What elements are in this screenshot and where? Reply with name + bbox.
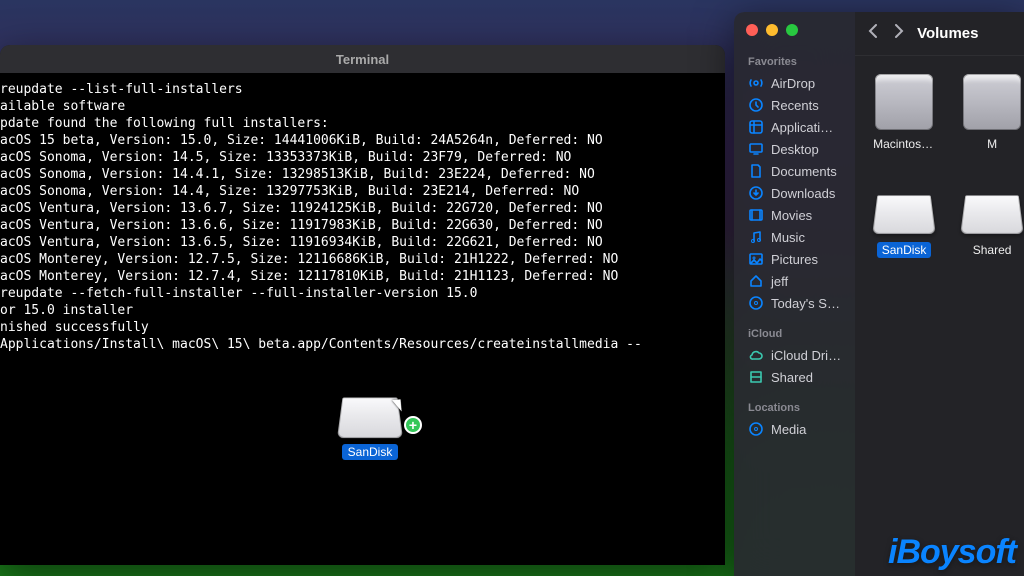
- shared-icon: [748, 369, 764, 385]
- volume-m[interactable]: M: [957, 74, 1024, 152]
- sidebar-item-label: Desktop: [771, 142, 819, 157]
- sidebar-item-label: Music: [771, 230, 805, 245]
- sidebar-item-label: iCloud Dri…: [771, 348, 841, 363]
- nav-forward-button[interactable]: [893, 24, 905, 43]
- internal-drive-icon: [875, 74, 933, 132]
- sidebar-item-documents[interactable]: Documents: [742, 160, 847, 182]
- terminal-titlebar[interactable]: Terminal: [0, 45, 725, 73]
- sidebar-item-media[interactable]: Media: [742, 418, 847, 440]
- download-icon: [748, 185, 764, 201]
- external-drive-icon: [963, 180, 1021, 238]
- external-drive-icon: [875, 180, 933, 238]
- section-favorites-label: Favorites: [742, 50, 847, 72]
- sidebar-item-desktop[interactable]: Desktop: [742, 138, 847, 160]
- apps-icon: [748, 119, 764, 135]
- terminal-body[interactable]: reupdate --list-full-installers ailable …: [0, 73, 725, 565]
- desktop-icon: [748, 141, 764, 157]
- terminal-title: Terminal: [336, 52, 389, 67]
- sidebar-item-label: Pictures: [771, 252, 818, 267]
- sidebar-item-applicati-[interactable]: Applicati…: [742, 116, 847, 138]
- volume-shared[interactable]: Shared: [957, 180, 1024, 258]
- sidebar-item-movies[interactable]: Movies: [742, 204, 847, 226]
- home-icon: [748, 273, 764, 289]
- sidebar-item-label: Media: [771, 422, 806, 437]
- movie-icon: [748, 207, 764, 223]
- volume-macintosh-hd[interactable]: Macintosh HD: [869, 74, 939, 152]
- sidebar-item-jeff[interactable]: jeff: [742, 270, 847, 292]
- sidebar-item-label: jeff: [771, 274, 788, 289]
- sidebar-item-recents[interactable]: Recents: [742, 94, 847, 116]
- volume-sandisk[interactable]: SanDisk: [869, 180, 939, 258]
- sidebar-item-label: Recents: [771, 98, 819, 113]
- disc-icon: [748, 295, 764, 311]
- sidebar-item-label: Downloads: [771, 186, 835, 201]
- picture-icon: [748, 251, 764, 267]
- sidebar-item-downloads[interactable]: Downloads: [742, 182, 847, 204]
- finder-toolbar: Volumes: [855, 12, 1024, 56]
- zoom-button[interactable]: [786, 24, 798, 36]
- volume-label: Shared: [968, 242, 1017, 258]
- minimize-button[interactable]: [766, 24, 778, 36]
- sidebar-item-airdrop[interactable]: AirDrop: [742, 72, 847, 94]
- cloud-icon: [748, 347, 764, 363]
- doc-icon: [748, 163, 764, 179]
- music-icon: [748, 229, 764, 245]
- sidebar-item-label: Today's S…: [771, 296, 840, 311]
- terminal-window[interactable]: Terminal reupdate --list-full-installers…: [0, 45, 725, 565]
- sidebar-item-label: Shared: [771, 370, 813, 385]
- sidebar-item-icloud-dri-[interactable]: iCloud Dri…: [742, 344, 847, 366]
- finder-title: Volumes: [917, 25, 978, 42]
- airdrop-icon: [748, 75, 764, 91]
- clock-icon: [748, 97, 764, 113]
- finder-window[interactable]: Favorites AirDrop Recents Applicati… Deskto…: [734, 12, 1024, 576]
- section-icloud-label: iCloud: [742, 322, 847, 344]
- traffic-lights: [742, 22, 847, 50]
- finder-main: Volumes Macintosh HD M SanDisk Shared: [855, 12, 1024, 576]
- sidebar-item-label: Documents: [771, 164, 837, 179]
- sidebar-item-today-s-s-[interactable]: Today's S…: [742, 292, 847, 314]
- finder-sidebar: Favorites AirDrop Recents Applicati… Deskto…: [734, 12, 855, 576]
- sidebar-item-pictures[interactable]: Pictures: [742, 248, 847, 270]
- sidebar-item-music[interactable]: Music: [742, 226, 847, 248]
- volume-label: Macintosh HD: [868, 136, 940, 152]
- watermark-logo: iBoysoft: [888, 533, 1016, 572]
- sidebar-item-label: Movies: [771, 208, 812, 223]
- sidebar-item-shared[interactable]: Shared: [742, 366, 847, 388]
- volume-label: SanDisk: [877, 242, 932, 258]
- nav-back-button[interactable]: [867, 24, 879, 43]
- section-locations-label: Locations: [742, 396, 847, 418]
- sidebar-item-label: Applicati…: [771, 120, 833, 135]
- volume-label: M: [982, 136, 1002, 152]
- close-button[interactable]: [746, 24, 758, 36]
- disc-icon: [748, 421, 764, 437]
- volume-grid: Macintosh HD M SanDisk Shared: [855, 56, 1024, 276]
- sidebar-item-label: AirDrop: [771, 76, 815, 91]
- internal-drive-icon: [963, 74, 1021, 132]
